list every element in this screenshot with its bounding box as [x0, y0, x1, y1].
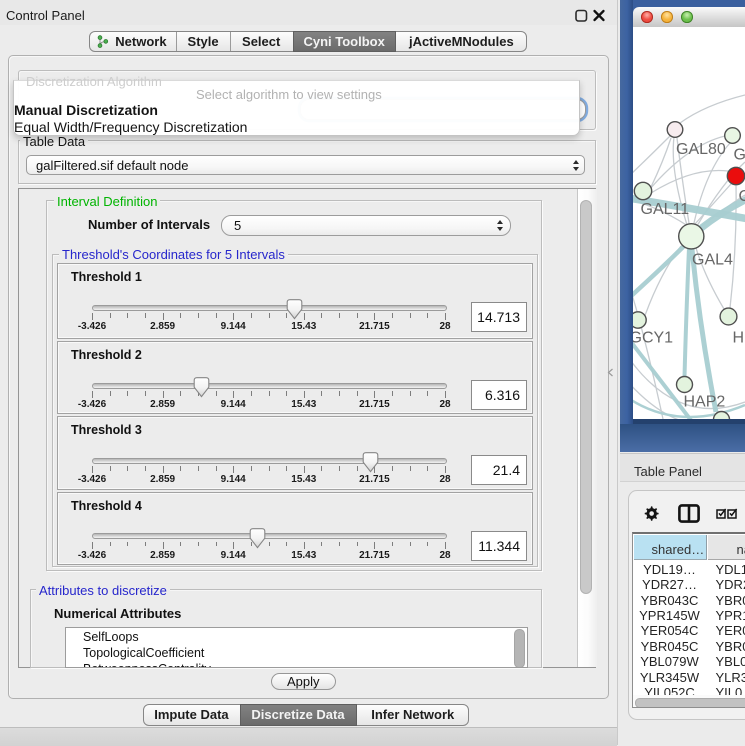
svg-text:GAL11: GAL11 [641, 201, 690, 218]
svg-text:GCY1: GCY1 [633, 330, 673, 347]
svg-text:GA: GA [734, 147, 745, 164]
svg-text:H: H [733, 330, 745, 347]
svg-text:C: C [739, 188, 745, 205]
svg-text:GAL4: GAL4 [692, 252, 733, 269]
svg-text:GAL80: GAL80 [676, 141, 726, 158]
svg-text:HAP2: HAP2 [684, 394, 726, 411]
